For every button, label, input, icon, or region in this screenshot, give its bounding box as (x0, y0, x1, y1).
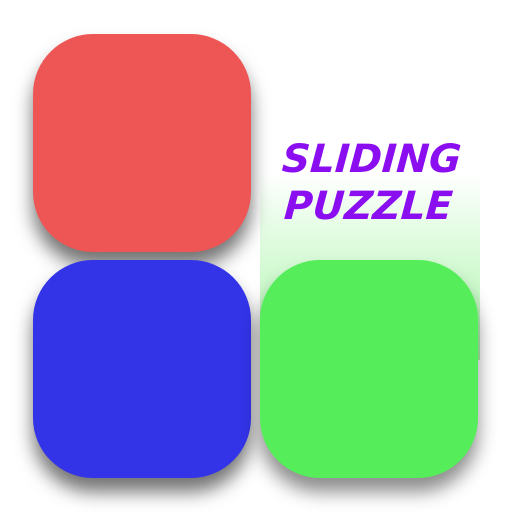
red-tile[interactable] (33, 34, 251, 252)
green-tile[interactable] (260, 260, 478, 478)
game-board: SLIDING PUZZLE (0, 0, 512, 512)
title-line-2: PUZZLE (282, 184, 455, 229)
blue-tile[interactable] (33, 260, 251, 478)
title-line-1: SLIDING (280, 137, 463, 182)
game-title: SLIDING PUZZLE (259, 136, 482, 230)
